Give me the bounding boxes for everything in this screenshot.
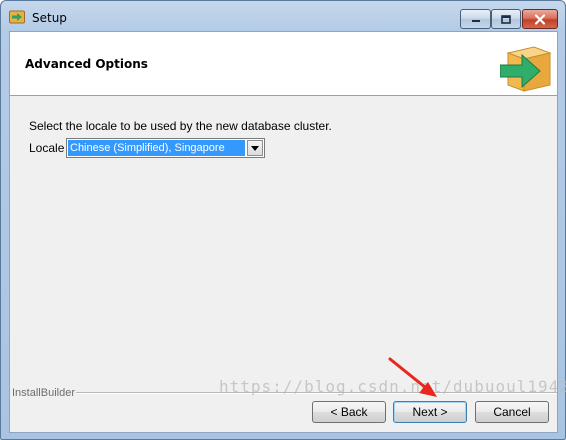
maximize-button[interactable]: [491, 9, 521, 29]
maximize-icon: [501, 14, 511, 24]
locale-description: Select the locale to be used by the new …: [29, 119, 332, 133]
dropdown-button[interactable]: [247, 140, 263, 156]
box-arrow-icon: [500, 46, 552, 92]
minimize-button[interactable]: [460, 9, 491, 29]
wizard-panel: Advanced Options Select the locale to be…: [9, 31, 558, 433]
page-title: Advanced Options: [25, 57, 148, 71]
title-bar[interactable]: Setup: [1, 1, 565, 31]
chevron-down-icon: [251, 145, 259, 151]
annotation-arrow-icon: [388, 357, 437, 397]
back-button[interactable]: < Back: [312, 401, 386, 423]
locale-selected-value: Chinese (Simplified), Singapore: [68, 140, 245, 156]
locale-label: Locale: [29, 141, 65, 155]
setup-arrow-icon: [9, 10, 25, 24]
close-icon: [534, 13, 546, 25]
locale-select[interactable]: Chinese (Simplified), Singapore: [66, 138, 265, 158]
minimize-icon: [471, 20, 480, 22]
brand-label: InstallBuilder: [12, 387, 75, 399]
window-title: Setup: [32, 11, 67, 25]
close-button[interactable]: [522, 9, 558, 29]
setup-window: Setup Advanced Options Select the locale…: [0, 0, 566, 440]
cancel-button[interactable]: Cancel: [475, 401, 549, 423]
wizard-header: Advanced Options: [10, 32, 557, 96]
